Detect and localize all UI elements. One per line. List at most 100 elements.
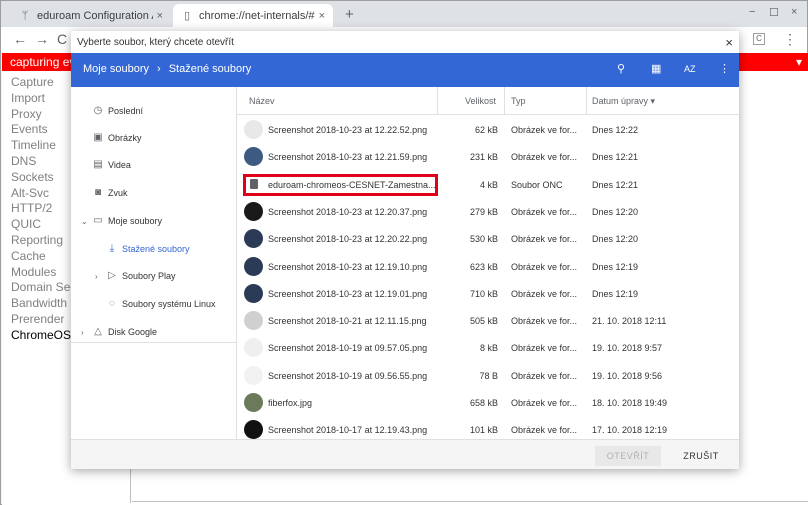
chevron-icon[interactable]: ⌄: [81, 217, 88, 226]
file-row[interactable]: Screenshot 2018-10-21 at 12.11.15.png 505…: [237, 307, 739, 334]
sidebar-item-moje-soubory[interactable]: ⌄ ▭ Moje soubory: [71, 209, 236, 233]
browser-window: ᛘ eduroam Configuration Assistan × ▯ chr…: [0, 0, 808, 505]
file-row[interactable]: eduroam-chromeos-CESNET-Zamestna... 4 kB S…: [237, 171, 739, 198]
image-icon: ▣: [93, 132, 103, 143]
sidebar-item-label: Moje soubory: [108, 216, 163, 226]
file-name: Screenshot 2018-10-19 at 09.56.55.png: [268, 370, 428, 381]
chevron-icon[interactable]: ›: [95, 272, 98, 281]
sidebar-item-disk-google[interactable]: › △ Disk Google: [71, 320, 236, 344]
file-row[interactable]: Screenshot 2018-10-23 at 12.19.10.png 623…: [237, 253, 739, 280]
file-type: Soubor ONC: [511, 179, 563, 190]
more-icon[interactable]: ⋮: [719, 62, 730, 75]
new-tab-button[interactable]: +: [345, 6, 354, 23]
file-size: 101 kB: [469, 425, 498, 436]
sidebar-item-videa[interactable]: ▤ Videa: [71, 153, 236, 177]
chevron-icon[interactable]: ›: [81, 328, 84, 337]
close-icon[interactable]: ×: [157, 10, 163, 22]
file-size: 710 kB: [469, 288, 498, 299]
sidebar-item-obr-zky[interactable]: ▣ Obrázky: [71, 126, 236, 150]
tab-title: eduroam Configuration Assistan: [37, 9, 153, 22]
image-thumbnail: [244, 393, 263, 412]
file-type: Obrázek ve for...: [511, 316, 578, 327]
extension-icon[interactable]: C: [753, 33, 765, 45]
cancel-button[interactable]: ZRUŠIT: [671, 446, 731, 466]
video-icon: ▤: [93, 159, 103, 170]
minimize-button[interactable]: −: [749, 6, 755, 18]
window-close-button[interactable]: ×: [791, 6, 797, 18]
back-button[interactable]: ←: [13, 31, 27, 47]
capture-menu-icon[interactable]: ▾: [796, 55, 802, 69]
file-date: Dnes 12:19: [592, 288, 639, 299]
sidebar-item-soubory-play[interactable]: › ▷ Soubory Play: [71, 264, 236, 288]
forward-button[interactable]: →: [35, 31, 49, 47]
file-row[interactable]: Screenshot 2018-10-19 at 09.56.55.png 78 …: [237, 362, 739, 389]
sort-icon[interactable]: AZ: [684, 64, 696, 74]
column-name[interactable]: Název: [249, 96, 275, 106]
file-row[interactable]: Screenshot 2018-10-23 at 12.20.22.png 530…: [237, 225, 739, 252]
column-headers: Název Velikost Typ Datum úpravy ▾: [237, 87, 739, 115]
sidebar-item-label: Zvuk: [108, 188, 128, 198]
file-name: Screenshot 2018-10-21 at 12.11.15.png: [268, 316, 427, 327]
file-date: 19. 10. 2018 9:57: [592, 343, 663, 354]
sidebar-item-zvuk[interactable]: ◙ Zvuk: [71, 181, 236, 205]
menu-button[interactable]: ⋮: [783, 31, 797, 48]
sidebar-item-label: Soubory Play: [122, 271, 176, 281]
image-thumbnail: [244, 147, 263, 167]
file-row[interactable]: Screenshot 2018-10-17 at 12.19.43.png 101…: [237, 416, 739, 439]
image-thumbnail: [244, 229, 263, 249]
breadcrumb-separator: ›: [157, 63, 161, 75]
close-icon[interactable]: ×: [319, 10, 325, 22]
column-date[interactable]: Datum úpravy ▾: [592, 96, 655, 107]
file-name: Screenshot 2018-10-23 at 12.19.10.png: [268, 261, 428, 272]
file-row[interactable]: Screenshot 2018-10-23 at 12.19.01.png 710…: [237, 280, 739, 307]
file-date: Dnes 12:20: [592, 234, 639, 245]
file-type: Obrázek ve for...: [511, 288, 578, 299]
column-size[interactable]: Velikost: [465, 96, 496, 106]
sidebar-item-label: Stažené soubory: [122, 244, 190, 254]
file-name: Screenshot 2018-10-17 at 12.19.43.png: [268, 425, 428, 436]
dialog-titlebar: Vyberte soubor, který chcete otevřít ×: [71, 31, 739, 53]
file-type: Obrázek ve for...: [511, 425, 578, 436]
image-thumbnail: [244, 420, 263, 439]
file-date: Dnes 12:19: [592, 261, 639, 272]
grid-view-icon[interactable]: ▦: [651, 62, 661, 75]
file-size: 530 kB: [469, 234, 498, 245]
image-thumbnail: [244, 311, 263, 331]
sidebar-item-label: Videa: [108, 160, 131, 170]
sidebar-item-label: Disk Google: [108, 327, 158, 337]
maximize-button[interactable]: ☐: [769, 6, 779, 19]
image-thumbnail: [244, 283, 263, 303]
file-row[interactable]: Screenshot 2018-10-23 at 12.21.59.png 231…: [237, 143, 739, 170]
search-icon[interactable]: ⚲: [617, 62, 625, 75]
tab-eduroam[interactable]: ᛘ eduroam Configuration Assistan ×: [11, 4, 171, 27]
file-row[interactable]: Screenshot 2018-10-23 at 12.20.37.png 279…: [237, 198, 739, 225]
sidebar-item-sta-en-soubory[interactable]: ⤓ Stažené soubory: [71, 237, 236, 261]
column-type[interactable]: Typ: [511, 96, 526, 106]
reload-button[interactable]: C: [57, 31, 67, 47]
file-type: Obrázek ve for...: [511, 261, 578, 272]
tab-net-internals[interactable]: ▯ chrome://net-internals/#chrome ×: [173, 4, 333, 27]
file-size: 62 kB: [474, 125, 498, 135]
tab-strip: ᛘ eduroam Configuration Assistan × ▯ chr…: [1, 1, 807, 27]
image-thumbnail: [244, 201, 263, 221]
breadcrumb-my-files[interactable]: Moje soubory: [83, 63, 149, 75]
breadcrumb-downloads[interactable]: Stažené soubory: [169, 63, 252, 75]
file-row[interactable]: Screenshot 2018-10-23 at 12.22.52.png 62 …: [237, 116, 739, 143]
file-name: Screenshot 2018-10-23 at 12.20.22.png: [268, 234, 428, 245]
file-name: fiberfox.jpg: [268, 398, 313, 408]
open-button[interactable]: OTEVŘÍT: [595, 446, 661, 466]
sort-arrow-icon: ▾: [650, 96, 656, 106]
column-divider: [586, 87, 587, 115]
sidebar-item-posledn-[interactable]: ◷ Poslední: [71, 99, 236, 123]
drive-icon: △: [94, 326, 102, 337]
download-icon: ⤓: [109, 243, 115, 254]
close-icon[interactable]: ×: [725, 35, 733, 50]
file-row[interactable]: fiberfox.jpg 658 kB Obrázek ve for... 18. 1…: [237, 389, 739, 416]
file-type: Obrázek ve for...: [511, 343, 578, 354]
sidebar-item-soubory-syst-mu-linux[interactable]: ◌ Soubory systému Linux: [71, 292, 236, 316]
file-date: 21. 10. 2018 12:11: [592, 316, 667, 327]
file-row[interactable]: Screenshot 2018-10-19 at 09.57.05.png 8 k…: [237, 334, 739, 361]
page-icon: ▯: [183, 9, 191, 22]
computer-icon: ▭: [93, 215, 103, 226]
image-thumbnail: [244, 365, 263, 385]
